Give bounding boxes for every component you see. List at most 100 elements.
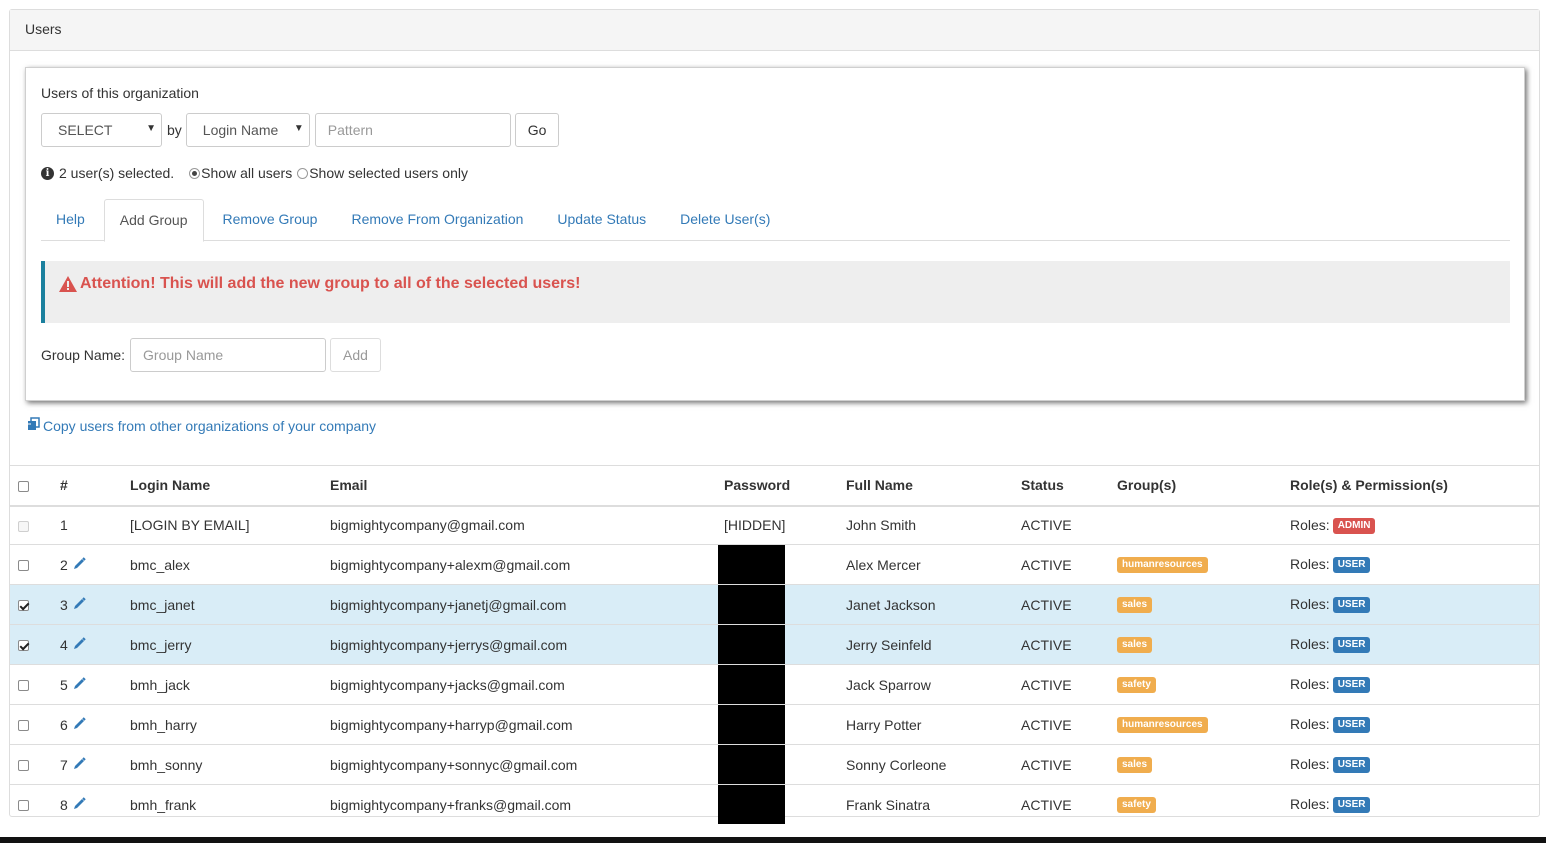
status-cell: ACTIVE [1013, 784, 1109, 824]
status-cell: ACTIVE [1013, 704, 1109, 745]
chevron-down-icon: ▼ [146, 123, 156, 134]
fullname-cell: Jack Sparrow [838, 664, 1013, 705]
row-number: 6 [60, 716, 68, 733]
pencil-icon[interactable] [73, 796, 86, 813]
roles-prefix: Roles: [1290, 595, 1330, 612]
pencil-icon[interactable] [73, 636, 86, 653]
roles-prefix: Roles: [1290, 555, 1330, 572]
group-form: Group Name: Add [41, 338, 381, 372]
header-status: Status [1013, 465, 1109, 507]
table-row: 7 bmh_sonny bigmightycompany+sonnyc@gmail.… [10, 744, 1539, 785]
tab-update-status[interactable]: Update Status [542, 199, 661, 241]
pencil-icon[interactable] [73, 756, 86, 773]
group-name-label: Group Name: [41, 347, 126, 363]
attention-callout: Attention! This will add the new group t… [41, 261, 1510, 323]
row-number: 4 [60, 636, 68, 653]
fullname-cell: John Smith [838, 505, 1013, 545]
header-login: Login Name [122, 465, 322, 507]
group-cell-empty [1109, 505, 1282, 545]
header-password: Password [716, 465, 838, 507]
tab-add-group[interactable]: Add Group [103, 199, 204, 242]
group-badge: sales [1117, 597, 1153, 614]
pencil-icon[interactable] [73, 676, 86, 693]
tab-remove-from-organization[interactable]: Remove From Organization [336, 199, 538, 241]
users-table: # Login Name Email Password Full Name St… [10, 465, 1539, 824]
row-checkbox[interactable] [18, 640, 29, 652]
table-row: 2 bmc_alex bigmightycompany+alexm@gmail.co… [10, 544, 1539, 585]
row-checkbox[interactable] [18, 560, 29, 572]
group-name-input[interactable] [130, 338, 327, 372]
login-cell: bmh_jack [122, 664, 322, 705]
table-row: 1 [LOGIN BY EMAIL] bigmightycompany@gmail.… [10, 505, 1539, 545]
email-cell: bigmightycompany+sonnyc@gmail.com [322, 744, 716, 785]
action-select[interactable]: SELECT ▼ [41, 113, 162, 147]
action-tabs: Help Add Group Remove Group Remove From … [41, 199, 1510, 242]
redacted-password [718, 665, 785, 704]
role-badge: USER [1332, 677, 1371, 694]
add-group-button[interactable]: Add [330, 338, 381, 372]
field-select[interactable]: Login Name ▼ [185, 113, 310, 147]
roles-prefix: Roles: [1290, 715, 1330, 732]
row-checkbox[interactable] [18, 760, 29, 772]
table-row: 5 bmh_jack bigmightycompany+jacks@gmail.co… [10, 664, 1539, 705]
fullname-cell: Sonny Corleone [838, 744, 1013, 785]
by-label: by [167, 122, 182, 138]
email-cell: bigmightycompany+jacks@gmail.com [322, 664, 716, 705]
status-cell: ACTIVE [1013, 544, 1109, 585]
login-cell: bmc_alex [122, 544, 322, 585]
role-badge: USER [1332, 757, 1371, 774]
fullname-cell: Frank Sinatra [838, 784, 1013, 824]
group-badge: humanresources [1117, 557, 1208, 574]
section-title: Users of this organization [41, 85, 199, 101]
row-checkbox[interactable] [18, 600, 29, 612]
selected-count: 2 user(s) selected. [59, 165, 175, 181]
tab-help[interactable]: Help [41, 199, 100, 241]
status-cell: ACTIVE [1013, 624, 1109, 665]
email-cell: bigmightycompany+alexm@gmail.com [322, 544, 716, 585]
password-cell: [HIDDEN] [716, 505, 838, 545]
row-checkbox[interactable] [18, 720, 29, 732]
tab-delete-users[interactable]: Delete User(s) [665, 199, 785, 241]
pencil-icon[interactable] [73, 716, 86, 733]
row-number: 2 [60, 556, 68, 573]
organization-users-box: Users of this organization SELECT ▼ by L… [25, 67, 1525, 401]
redacted-password [718, 785, 785, 824]
redacted-password [718, 585, 785, 624]
row-number: 3 [60, 596, 68, 613]
row-number: 7 [60, 756, 68, 773]
status-cell: ACTIVE [1013, 584, 1109, 625]
show-all-radio[interactable]: Show all users [189, 165, 292, 181]
row-checkbox [18, 521, 29, 533]
pencil-icon[interactable] [73, 596, 86, 613]
row-checkbox[interactable] [18, 800, 29, 812]
go-button[interactable]: Go [514, 113, 560, 147]
table-header-row: # Login Name Email Password Full Name St… [10, 465, 1539, 507]
role-badge: USER [1332, 637, 1371, 654]
row-checkbox[interactable] [18, 680, 29, 692]
panel-title: Users [10, 10, 1539, 51]
copy-users-link[interactable]: Copy users from other organizations of y… [27, 417, 376, 434]
table-row: 3 bmc_janet bigmightycompany+janetj@gmail.… [10, 584, 1539, 625]
email-cell: bigmightycompany+jerrys@gmail.com [322, 624, 716, 665]
fullname-cell: Alex Mercer [838, 544, 1013, 585]
roles-prefix: Roles: [1290, 516, 1330, 533]
redacted-password [718, 625, 785, 664]
pencil-icon[interactable] [73, 556, 86, 573]
redacted-password [718, 745, 785, 784]
email-cell: bigmightycompany+janetj@gmail.com [322, 584, 716, 625]
group-badge: safety [1117, 797, 1156, 814]
table-row: 8 bmh_frank bigmightycompany+franks@gmail.… [10, 784, 1539, 824]
header-groups: Group(s) [1109, 465, 1282, 507]
show-selected-radio[interactable]: Show selected users only [297, 165, 468, 181]
role-badge: USER [1332, 717, 1371, 734]
warning-triangle-icon [59, 276, 77, 297]
header-fullname: Full Name [838, 465, 1013, 507]
header-num: # [52, 465, 122, 507]
roles-prefix: Roles: [1290, 635, 1330, 652]
select-all-checkbox[interactable] [18, 481, 29, 493]
pattern-input[interactable] [314, 113, 511, 147]
tab-remove-group[interactable]: Remove Group [208, 199, 333, 241]
header-roles: Role(s) & Permission(s) [1282, 465, 1539, 507]
fullname-cell: Janet Jackson [838, 584, 1013, 625]
roles-prefix: Roles: [1290, 675, 1330, 692]
